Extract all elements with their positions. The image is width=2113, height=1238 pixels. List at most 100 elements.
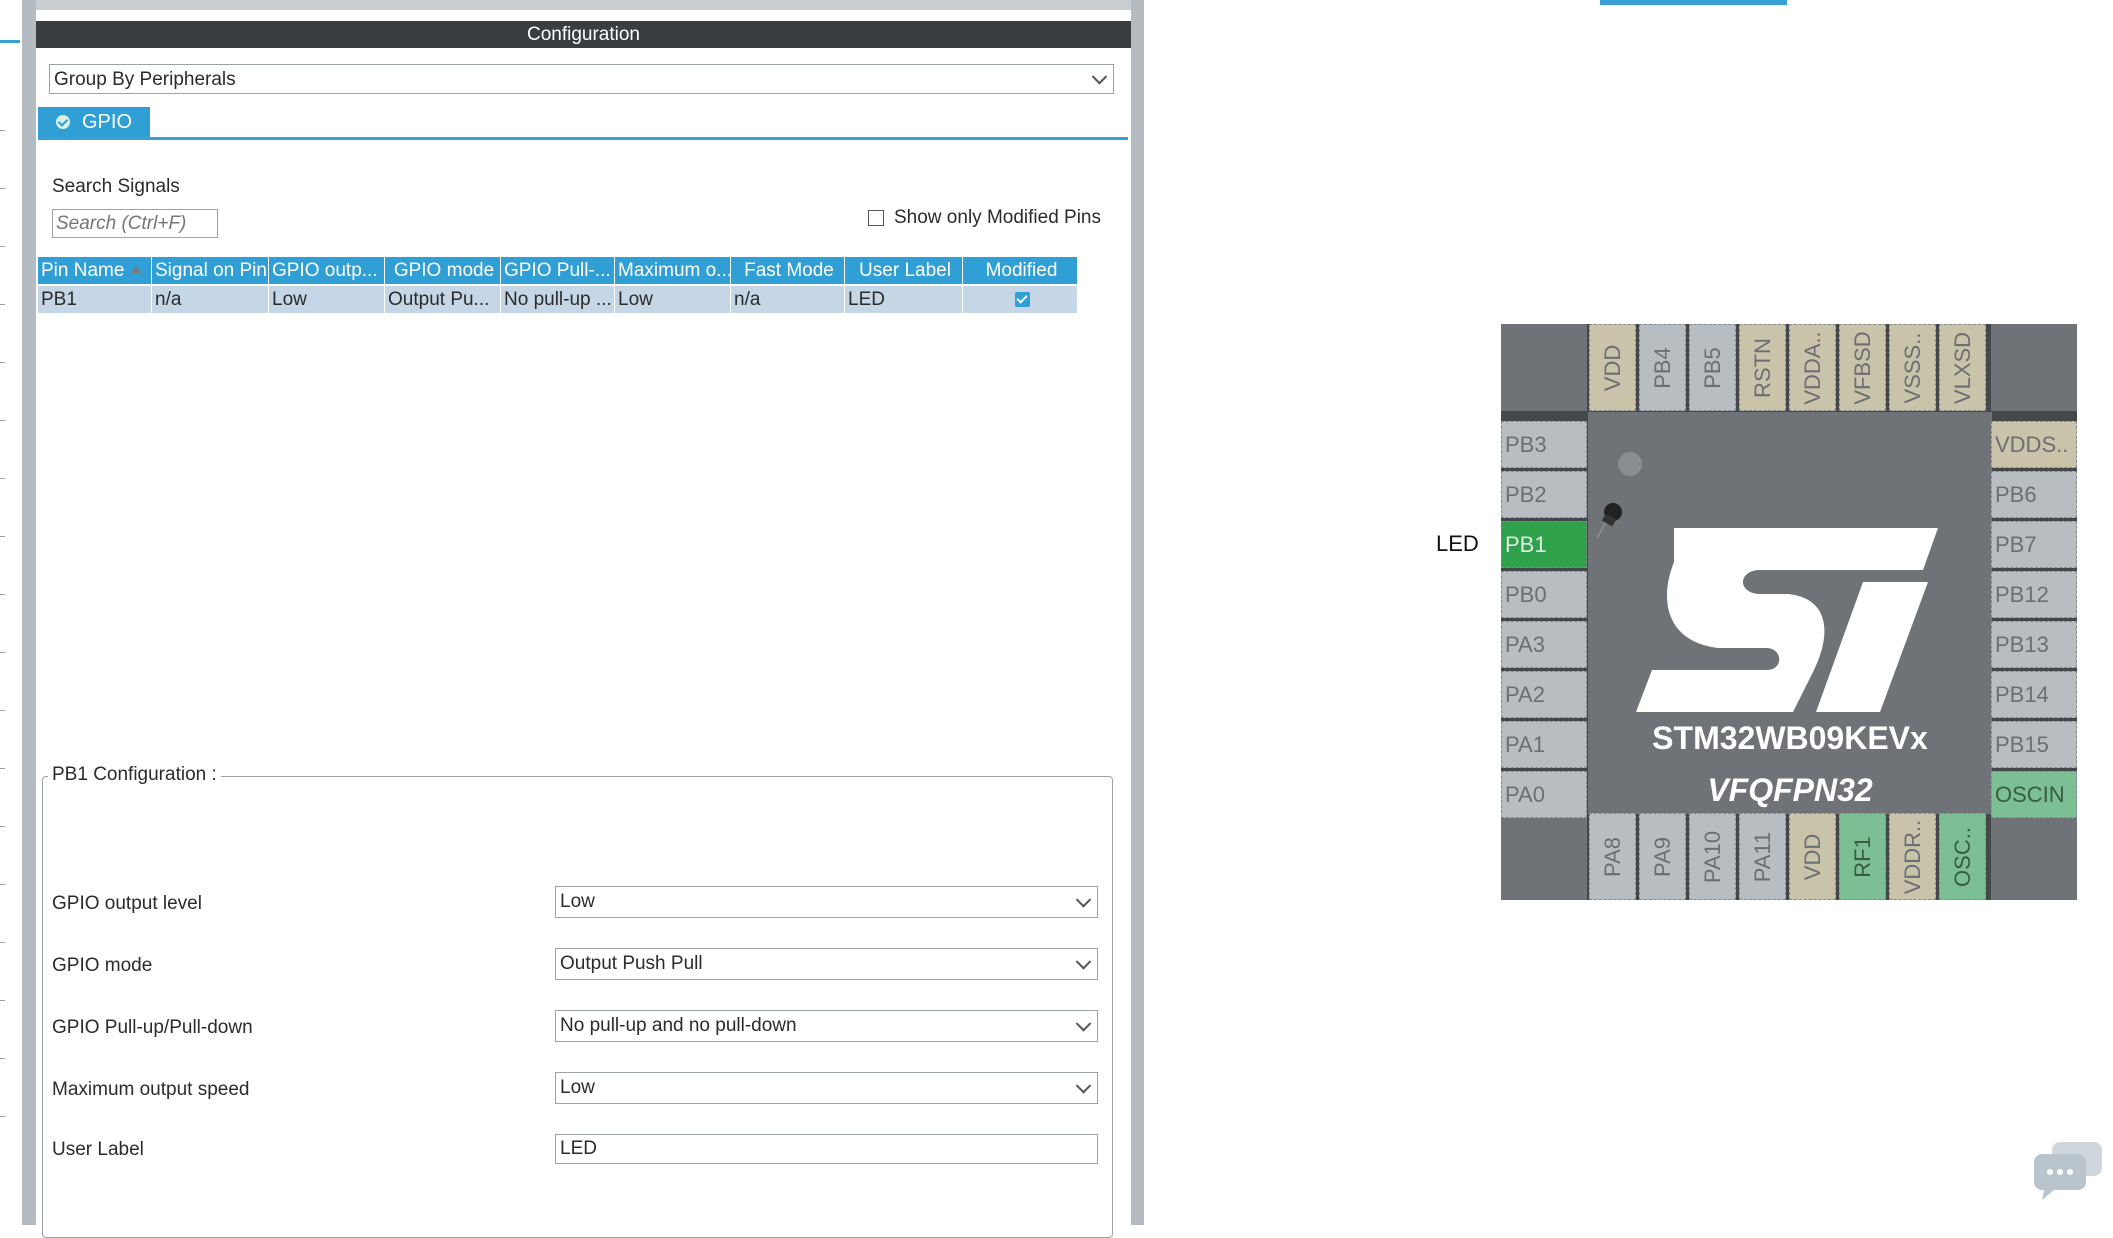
column-header-fast-mode[interactable]: Fast Mode: [731, 257, 845, 284]
check-circle-icon: [56, 115, 70, 129]
pin-pa3[interactable]: PA3: [1501, 621, 1587, 668]
pin-vdd-top[interactable]: VDD: [1589, 324, 1636, 411]
header-label: User Label: [859, 260, 951, 281]
pin-pb4[interactable]: PB4: [1639, 324, 1686, 411]
pin-label: PA9: [1649, 836, 1675, 877]
pin-vdds[interactable]: VDDS..: [1991, 421, 2077, 468]
pin-vfbsd[interactable]: VFBSD: [1839, 324, 1886, 411]
tab-gpio[interactable]: GPIO: [38, 107, 150, 137]
table-cell[interactable]: n/a: [152, 286, 269, 313]
search-signals-input[interactable]: [52, 209, 218, 238]
pin-pb15[interactable]: PB15: [1991, 721, 2077, 768]
pin-pa10[interactable]: PA10: [1689, 813, 1736, 900]
panel-top-strip: [36, 0, 1131, 10]
pin-pa0[interactable]: PA0: [1501, 771, 1587, 818]
table-cell[interactable]: PB1: [38, 286, 152, 313]
chip-name: STM32WB09KEVx: [1652, 720, 1928, 756]
select-value: Output Push Pull: [560, 953, 703, 974]
chevron-down-icon: [1075, 1016, 1092, 1032]
pin-pb0[interactable]: PB0: [1501, 571, 1587, 618]
pin-label: RSTN: [1749, 337, 1775, 398]
gpio-mode-select[interactable]: Output Push Pull: [555, 948, 1098, 980]
pin-label: PA8: [1599, 836, 1625, 877]
column-header-max-speed[interactable]: Maximum o...: [615, 257, 731, 284]
pin-user-label: LED: [1436, 531, 1479, 556]
pin-label: PA10: [1699, 830, 1725, 883]
pin-pb12[interactable]: PB12: [1991, 571, 2077, 618]
view-tab-indicator: [1600, 0, 1787, 5]
chevron-down-icon: [1091, 69, 1108, 85]
table-cell[interactable]: Output Pu...: [385, 286, 501, 313]
pin-pa2[interactable]: PA2: [1501, 671, 1587, 718]
pin-pb3[interactable]: PB3: [1501, 421, 1587, 468]
header-label: GPIO mode: [393, 260, 495, 281]
pin-vdda[interactable]: VDDA..: [1789, 324, 1836, 411]
pin-vsss[interactable]: VSSS..: [1889, 324, 1936, 411]
strip-tick: [0, 594, 5, 595]
strip-tick: [0, 710, 5, 711]
table-cell-modified[interactable]: [963, 286, 1078, 313]
strip-tick: [0, 304, 5, 305]
forum-watermark-icon: [2034, 1142, 2102, 1200]
pin-pa1[interactable]: PA1: [1501, 721, 1587, 768]
strip-tick: [0, 1000, 5, 1001]
pin-pa8[interactable]: PA8: [1589, 813, 1636, 900]
table-cell[interactable]: LED: [845, 286, 963, 313]
pin-vlxsd[interactable]: VLXSD: [1939, 324, 1986, 411]
pin-label: VDD: [1599, 344, 1625, 391]
pin-oscin[interactable]: OSCIN: [1991, 771, 2077, 818]
column-header-pin-name[interactable]: Pin Name: [38, 257, 152, 284]
pin-vddr[interactable]: VDDR..: [1889, 813, 1936, 900]
column-header-user-label[interactable]: User Label: [845, 257, 963, 284]
column-header-modified[interactable]: Modified: [963, 257, 1078, 284]
pin-pb7[interactable]: PB7: [1991, 521, 2077, 568]
column-header-output-level[interactable]: GPIO outp...: [269, 257, 385, 284]
header-label: Maximum o...: [618, 260, 731, 281]
pin-pb2[interactable]: PB2: [1501, 471, 1587, 518]
pin-label: VLXSD: [1949, 331, 1975, 404]
pin-label: VFBSD: [1849, 330, 1875, 405]
table-cell[interactable]: n/a: [731, 286, 845, 313]
pin-pa11[interactable]: PA11: [1739, 813, 1786, 900]
checkbox-box[interactable]: [868, 210, 884, 226]
modified-checkbox[interactable]: [1015, 292, 1030, 307]
pull-select[interactable]: No pull-up and no pull-down: [555, 1010, 1098, 1042]
pin-pb13[interactable]: PB13: [1991, 621, 2077, 668]
pin-pb5[interactable]: PB5: [1689, 324, 1736, 411]
pin-pa9[interactable]: PA9: [1639, 813, 1686, 900]
pin-label: VDD: [1799, 833, 1825, 880]
strip-tick: [0, 768, 5, 769]
user-label-input[interactable]: LED: [555, 1134, 1098, 1164]
group-by-select[interactable]: Group By Peripherals: [49, 64, 1114, 94]
left-side-strip: [0, 0, 23, 1225]
strip-tick: [0, 188, 5, 189]
pin-rstn[interactable]: RSTN: [1739, 324, 1786, 411]
pin-label: VDDR..: [1899, 819, 1925, 894]
pin-pb14[interactable]: PB14: [1991, 671, 2077, 718]
chevron-down-icon: [1075, 1078, 1092, 1094]
pin-label: VSSS..: [1899, 332, 1925, 403]
pin-pb6[interactable]: PB6: [1991, 471, 2077, 518]
header-label: Fast Mode: [744, 260, 834, 281]
column-header-gpio-mode[interactable]: GPIO mode: [385, 257, 501, 284]
output-level-select[interactable]: Low: [555, 886, 1098, 918]
header-label: GPIO Pull-...: [504, 260, 611, 281]
strip-tick: [0, 1116, 5, 1117]
strip-tick: [0, 826, 5, 827]
strip-tick: [0, 884, 5, 885]
table-cell[interactable]: Low: [269, 286, 385, 313]
pin-pb1[interactable]: PB1: [1501, 521, 1587, 568]
field-label-gpio-mode: GPIO mode: [52, 955, 153, 976]
pin-label: PB4: [1649, 346, 1675, 389]
chip-corner: [1501, 813, 1587, 900]
max-speed-select[interactable]: Low: [555, 1072, 1098, 1104]
pin-rf1[interactable]: RF1: [1839, 813, 1886, 900]
pin-vdd-bottom[interactable]: VDD: [1789, 813, 1836, 900]
table-cell[interactable]: Low: [615, 286, 731, 313]
table-cell[interactable]: No pull-up ...: [501, 286, 615, 313]
column-header-signal[interactable]: Signal on Pin: [152, 257, 269, 284]
pin-osc[interactable]: OSC..: [1939, 813, 1986, 900]
column-header-pull[interactable]: GPIO Pull-...: [501, 257, 615, 284]
chevron-down-icon: [1075, 954, 1092, 970]
chip-package-name: VFQFPN32: [1707, 772, 1873, 808]
